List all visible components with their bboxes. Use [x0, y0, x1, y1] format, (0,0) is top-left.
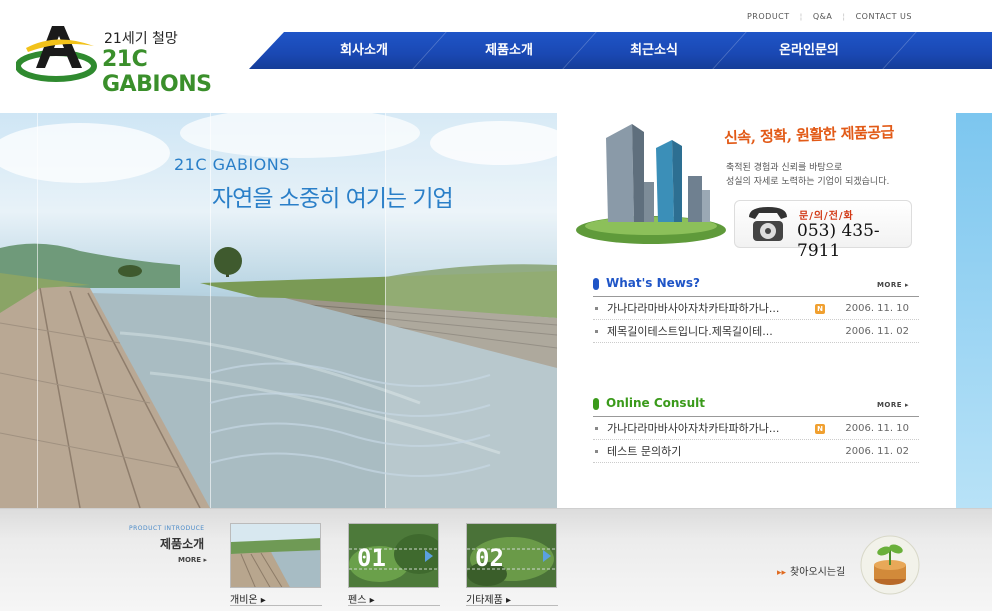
util-link-product[interactable]: PRODUCT: [737, 12, 800, 21]
promo-desc-line1: 축적된 경험과 신뢰를 바탕으로: [726, 163, 843, 173]
consult-board: Online Consult MORE ▸ 가나다라마바사아자차카타파하가나..…: [593, 395, 919, 463]
consult-item-date: 2006. 11. 02: [845, 446, 909, 457]
consult-item-title[interactable]: 테스트 문의하기: [607, 440, 681, 463]
nav-divider: [412, 32, 447, 69]
product-more-link[interactable]: MORE ▸: [178, 556, 207, 564]
product-badge: 01: [357, 544, 386, 572]
news-list: 가나다라마바사아자차카타파하가나... N 2006. 11. 10 제목길이테…: [593, 297, 919, 343]
nav-item-inquiry[interactable]: 온라인문의: [769, 32, 849, 69]
nav-divider: [712, 32, 747, 69]
product-thumb-other[interactable]: 02: [466, 523, 557, 588]
consult-more-link[interactable]: MORE ▸: [877, 401, 909, 409]
bullet-icon: [595, 427, 598, 430]
side-decor-band: [956, 113, 992, 508]
product-label-other[interactable]: 기타제품 ▸: [466, 591, 511, 606]
consult-title: Online Consult: [606, 396, 705, 410]
hero-slogan: 자연을 소중히 여기는 기업: [212, 186, 454, 212]
bullet-icon: [595, 330, 598, 333]
news-marker-icon: [593, 278, 599, 290]
phone-box: 문/의/전/화 053) 435-7911: [734, 200, 912, 261]
news-item-title[interactable]: 제목길이테스트입니다.제목길이테...: [607, 320, 773, 343]
logo-brand: 21C GABIONS: [102, 47, 212, 97]
phone-number: 053) 435-7911: [797, 221, 880, 261]
product-thumb-fence[interactable]: 01: [348, 523, 439, 588]
divider: [230, 605, 322, 606]
nav-divider: [882, 32, 917, 69]
gabion-thumbnail-image: [231, 524, 320, 587]
promo-headline: 신속, 정확, 원활한 제품공급: [723, 123, 895, 147]
news-item-title[interactable]: 가나다라마바사아자차카타파하가나...: [607, 297, 779, 320]
product-badge: 02: [475, 544, 504, 572]
list-item[interactable]: 가나다라마바사아자차카타파하가나... N 2006. 11. 10: [593, 417, 919, 440]
consult-header: Online Consult MORE ▸: [593, 395, 919, 415]
utility-nav: PRODUCT ¦ Q&A ¦ CONTACT US: [737, 12, 922, 21]
news-board: What's News? MORE ▸ 가나다라마바사아자차카타파하가나... …: [593, 275, 919, 343]
consult-marker-icon: [593, 398, 599, 410]
telephone-icon: [749, 207, 787, 241]
util-link-contact[interactable]: CONTACT US: [846, 12, 922, 21]
consult-item-title[interactable]: 가나다라마바사아자차카타파하가나...: [607, 417, 779, 440]
nav-item-company[interactable]: 회사소개: [329, 32, 399, 69]
bullet-icon: [595, 450, 598, 453]
divider: [466, 605, 558, 606]
news-header: What's News? MORE ▸: [593, 275, 919, 295]
nav-item-products[interactable]: 제품소개: [474, 32, 544, 69]
news-item-date: 2006. 11. 02: [845, 326, 909, 337]
new-badge-icon: N: [815, 304, 825, 314]
product-thumb-gabion[interactable]: [230, 523, 321, 588]
divider: [348, 605, 440, 606]
news-title: What's News?: [606, 276, 700, 290]
nav-divider: [562, 32, 597, 69]
double-arrow-icon: ▸▸: [777, 568, 787, 578]
bullet-icon: [595, 307, 598, 310]
promo-panel: 신속, 정확, 원활한 제품공급 축적된 경험과 신뢰를 바탕으로 성실의 자세…: [576, 118, 932, 261]
hero-banner: 21C GABIONS 자연을 소중히 여기는 기업: [0, 113, 557, 508]
new-badge-icon: N: [815, 424, 825, 434]
consult-list: 가나다라마바사아자차카타파하가나... N 2006. 11. 10 테스트 문…: [593, 417, 919, 463]
list-item[interactable]: 테스트 문의하기 2006. 11. 02: [593, 440, 919, 463]
product-section-title: 제품소개: [160, 537, 205, 551]
list-item[interactable]: 제목길이테스트입니다.제목길이테... 2006. 11. 02: [593, 320, 919, 343]
phone-label: 문/의/전/화: [799, 211, 854, 222]
main-nav: 회사소개 제품소개 최근소식 온라인문의: [249, 32, 992, 69]
product-section-eyebrow: PRODUCT INTRODUCE: [129, 525, 205, 532]
hero-title: 21C GABIONS: [174, 155, 290, 174]
product-label-gabion[interactable]: 개비온 ▸: [230, 591, 266, 606]
consult-item-date: 2006. 11. 10: [845, 423, 909, 434]
util-link-qna[interactable]: Q&A: [803, 12, 843, 21]
news-more-link[interactable]: MORE ▸: [877, 281, 909, 289]
sprout-icon[interactable]: [860, 535, 920, 595]
list-item[interactable]: 가나다라마바사아자차카타파하가나... N 2006. 11. 10: [593, 297, 919, 320]
logo-emblem-icon: [16, 26, 97, 82]
news-item-date: 2006. 11. 10: [845, 303, 909, 314]
product-label-fence[interactable]: 펜스 ▸: [348, 591, 375, 606]
directions-link[interactable]: ▸▸ 찾아오시는길: [777, 563, 845, 578]
promo-desc-line2: 성실의 자세로 노력하는 기업이 되겠습니다.: [726, 177, 890, 187]
logo-tagline: 21세기 철망: [104, 31, 178, 47]
nav-item-news[interactable]: 최근소식: [619, 32, 689, 69]
buildings-icon: [576, 124, 726, 244]
site-logo[interactable]: 21세기 철망 21C GABIONS: [16, 22, 241, 97]
product-strip: PRODUCT INTRODUCE 제품소개 MORE ▸ 개비온 ▸ 01 펜…: [0, 508, 992, 611]
